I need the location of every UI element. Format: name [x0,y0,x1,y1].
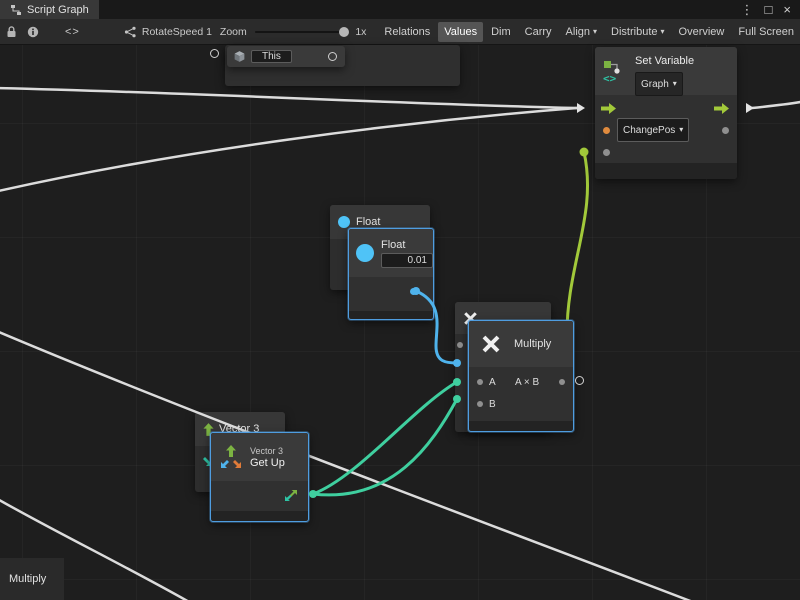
button-dim[interactable]: Dim [485,22,517,42]
close-icon[interactable]: × [783,2,791,17]
zoom-slider-handle[interactable] [339,27,349,37]
input-a-label: A [489,377,496,388]
result-label: A × B [515,377,539,388]
input-a-row: A A × B [469,371,573,393]
caret-down-icon: ▾ [593,22,597,42]
button-relations[interactable]: Relations [378,22,436,42]
multiply-node[interactable]: Multiply A A × B B [468,320,574,432]
script-graph-icon [10,4,22,16]
flow-in-triangle[interactable] [577,103,585,113]
get-up-output-knob[interactable] [309,490,317,498]
button-values[interactable]: Values [438,22,483,42]
input-b-label: B [489,399,496,410]
graph-breadcrumb-label: Multiply [9,573,46,585]
input-b-row: B [469,393,573,415]
variable-scope-dropdown[interactable]: Graph ▾ [635,72,683,96]
wire-lime-result [567,152,588,337]
result-output-port[interactable] [559,379,565,385]
graph-canvas[interactable]: Float Vector 3 This [0,45,800,600]
button-align[interactable]: Align▾ [560,22,603,42]
button-carry[interactable]: Carry [519,22,558,42]
flow-row [595,97,737,119]
float-output-port[interactable] [410,288,417,295]
get-up-category: Vector 3 [250,446,285,456]
multiply-output-knob[interactable] [575,376,584,385]
flow-in-arrow-icon[interactable] [601,103,616,114]
kebab-menu-icon[interactable]: ⋮ [741,2,754,18]
variable-name-dropdown[interactable]: ChangePos ▾ [617,118,689,142]
float-value-field[interactable]: 0.01 [381,253,433,268]
wire-teal-a [313,382,457,494]
this-node-label: This [251,50,292,63]
info-icon[interactable] [27,26,39,38]
node-footer [469,421,573,431]
tab-title: Script Graph [27,4,89,16]
graph-toolbar: <> RotateSpeed 1 Zoom 1x Relations Value… [0,19,800,45]
tab-bar: Script Graph ⋮ □ × [0,0,800,19]
wire-white-diagonal [0,330,706,600]
caret-down-icon: ▾ [661,22,665,42]
set-variable-title: Set Variable [635,55,694,67]
button-distribute-label: Distribute [611,22,657,42]
code-view-icon[interactable]: <> [65,26,80,38]
get-up-title: Get Up [250,457,285,469]
variable-name-row: ChangePos ▾ [595,119,737,141]
float-title: Float [381,239,433,251]
float-shadow-title: Float [356,216,380,228]
float-icon [338,216,350,228]
zoom-slider-track[interactable] [255,31,348,33]
cube-icon [233,50,246,63]
unity-script-graph-window: Script Graph ⋮ □ × <> RotateSpeed 1 Zoom… [0,0,800,600]
graph-instance[interactable]: RotateSpeed 1 [124,26,212,38]
zoom-slider[interactable] [255,26,348,38]
flow-out-arrow-icon[interactable] [714,103,729,114]
name-input-port[interactable] [603,127,610,134]
node-footer [595,163,737,179]
button-align-label: Align [566,22,590,42]
vector3-axes-icon [218,444,244,470]
graph-instance-label: RotateSpeed 1 [142,26,212,38]
multiply-title: Multiply [514,338,551,350]
wire-teal-b [313,399,457,495]
zoom-value: 1x [355,26,366,38]
float-node[interactable]: Float 0.01 [348,228,434,320]
get-up-node[interactable]: Vector 3 Get Up [210,432,309,522]
caret-down-icon: ▾ [679,120,683,140]
float-icon [356,244,374,262]
set-variable-icon: <> [603,59,625,83]
variable-name-label: ChangePos [623,125,675,136]
flow-out-triangle[interactable] [746,103,754,113]
value-input-port[interactable] [603,149,610,156]
input-a-port[interactable] [477,379,483,385]
vector-output-icon [284,489,298,502]
svg-text:<>: <> [603,72,617,83]
graph-breadcrumb: Multiply [0,558,64,600]
wire-white-right [752,101,800,108]
value-output-port[interactable] [722,127,729,134]
button-overview[interactable]: Overview [673,22,731,42]
caret-down-icon: ▾ [673,74,677,94]
tab-script-graph[interactable]: Script Graph [0,0,99,19]
multiply-icon [481,334,501,354]
this-node[interactable]: This [227,46,345,67]
button-distribute[interactable]: Distribute▾ [605,22,670,42]
node-footer [349,311,433,319]
value-input-row [595,141,737,163]
set-variable-node[interactable]: <> Set Variable Graph ▾ ChangePos ▾ [595,47,737,179]
wire-white-upper [0,88,577,108]
zoom-label: Zoom [220,26,247,38]
variable-scope-label: Graph [641,79,669,90]
node-footer [211,511,308,521]
button-full-screen[interactable]: Full Screen [732,22,800,42]
this-output-port[interactable] [328,52,337,61]
maximize-icon[interactable]: □ [765,2,773,17]
port-knob-lime[interactable] [580,148,589,157]
input-b-port[interactable] [477,401,483,407]
nodes-icon [124,26,137,38]
wire-white-lower [0,108,577,192]
this-input-port[interactable] [210,49,219,58]
lock-icon[interactable] [6,26,17,38]
